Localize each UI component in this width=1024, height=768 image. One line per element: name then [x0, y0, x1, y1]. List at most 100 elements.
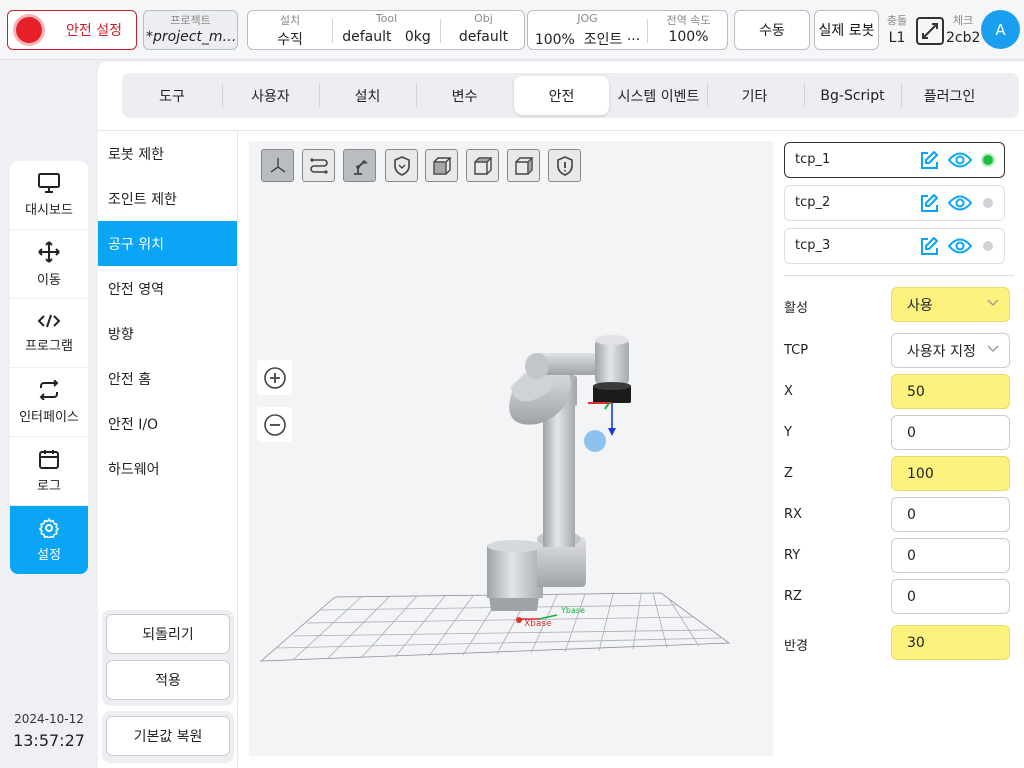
project-name: *project_mo··· — [146, 29, 237, 45]
y-label: Y — [784, 425, 792, 440]
tab-system-events[interactable]: 시스템 이벤트 — [611, 76, 706, 115]
subnav-orientation[interactable]: 방향 — [98, 311, 237, 356]
edit-icon[interactable] — [919, 193, 939, 213]
global-speed-cell: 전역 속도 100% — [648, 11, 729, 49]
calendar-icon — [39, 449, 59, 469]
eye-icon[interactable] — [948, 151, 972, 169]
user-avatar[interactable]: A — [981, 10, 1020, 49]
subnav-robot-limits[interactable]: 로봇 제한 — [98, 131, 237, 176]
swap-arrows-icon — [39, 379, 59, 400]
enable-value: 사용 — [907, 297, 933, 314]
install-tool-obj-panel[interactable]: 설치 수직 Tool default 0kg Obj default — [247, 10, 525, 50]
enable-select[interactable]: 사용 — [891, 287, 1010, 322]
subnav-safety-zone[interactable]: 안전 영역 — [98, 266, 237, 311]
tcp-name: tcp_2 — [795, 195, 831, 210]
revert-apply-group: 되돌리기 적용 — [102, 610, 234, 706]
y-field[interactable]: 0 — [891, 415, 1010, 450]
x-label: X — [784, 384, 793, 399]
jog-cell: JOG 100% 조인트 ··· — [528, 11, 647, 49]
collision-level: 충돌 L1 — [882, 12, 912, 46]
manual-mode-button[interactable]: 수동 — [734, 10, 810, 50]
eye-icon[interactable] — [948, 237, 972, 255]
eye-icon[interactable] — [948, 194, 972, 212]
radius-field[interactable]: 30 — [891, 625, 1010, 660]
project-indicator[interactable]: 프로젝트 *project_mo··· — [143, 10, 238, 50]
safety-settings-button[interactable]: 안전 설정 — [7, 10, 137, 50]
tcp-list-item[interactable]: tcp_2 — [784, 185, 1005, 221]
tcp-list-item[interactable]: tcp_1 — [784, 142, 1005, 178]
check-value: 2cb2 — [946, 30, 981, 46]
expand-icon[interactable] — [915, 16, 945, 46]
nav-item-log[interactable]: 로그 — [10, 437, 88, 506]
nav-label: 대시보드 — [25, 202, 73, 218]
global-speed-caption: 전역 속도 — [666, 14, 711, 27]
tab-tool[interactable]: 도구 — [126, 76, 218, 115]
enable-label: 활성 — [784, 301, 808, 316]
tab-misc[interactable]: 기타 — [708, 76, 801, 115]
nav-item-move[interactable]: 이동 — [10, 230, 88, 299]
chevron-down-icon — [987, 299, 999, 306]
nav-item-interface[interactable]: 인터페이스 — [10, 368, 88, 437]
tcp-value: 사용자 지정 — [907, 343, 976, 360]
nav-label: 인터페이스 — [19, 409, 79, 425]
tab-safety[interactable]: 안전 — [514, 76, 609, 115]
apply-button[interactable]: 적용 — [106, 660, 230, 700]
rx-field[interactable]: 0 — [891, 497, 1010, 532]
tcp-list-item[interactable]: tcp_3 — [784, 228, 1005, 264]
edit-icon[interactable] — [919, 236, 939, 256]
nav-item-settings[interactable]: 설정 — [10, 506, 88, 574]
tcp-select[interactable]: 사용자 지정 — [891, 333, 1010, 368]
date-display: 2024-10-12 — [14, 712, 84, 726]
safety-status-icon — [16, 17, 42, 43]
nav-item-program[interactable]: 프로그램 — [10, 299, 88, 368]
subnav-tool-position[interactable]: 공구 위치 — [98, 221, 237, 266]
jog-speed-panel[interactable]: JOG 100% 조인트 ··· 전역 속도 100% — [527, 10, 728, 50]
tab-install[interactable]: 설치 — [320, 76, 415, 115]
obj-value: default — [458, 29, 509, 45]
safety-subnav: 로봇 제한 조인트 제한 공구 위치 안전 영역 방향 안전 홈 안전 I/O … — [98, 131, 238, 768]
real-robot-button[interactable]: 실제 로봇 — [814, 10, 879, 50]
install-caption: 설치 — [279, 14, 301, 27]
tool-cell: Tool default 0kg — [333, 11, 440, 49]
collision-value: L1 — [888, 30, 906, 46]
time-display: 13:57:27 — [13, 731, 85, 750]
main-panel: 도구 사용자 설치 변수 안전 시스템 이벤트 기타 Bg-Script 플러그… — [98, 62, 1024, 768]
radius-label: 반경 — [784, 639, 808, 654]
tool-caption: Tool — [375, 12, 398, 25]
robot-3d-viewport[interactable]: Xbase Ybase — [249, 141, 773, 756]
y-axis-label: Ybase — [560, 606, 585, 615]
subnav-safety-io[interactable]: 안전 I/O — [98, 401, 237, 446]
tcp-active-indicator — [983, 241, 993, 251]
top-bar: 안전 설정 프로젝트 *project_mo··· 설치 수직 Tool def… — [0, 0, 1024, 60]
jog-caption: JOG — [577, 12, 598, 25]
x-field[interactable]: 50 — [891, 374, 1010, 409]
nav-label: 로그 — [37, 478, 61, 494]
nav-label: 프로그램 — [25, 338, 73, 354]
tcp-active-indicator — [983, 198, 993, 208]
main-nav: 대시보드 이동 프로그램 인터페이스 로그 설정 — [10, 161, 88, 574]
revert-button[interactable]: 되돌리기 — [106, 614, 230, 654]
ry-field[interactable]: 0 — [891, 538, 1010, 573]
tab-bg-script[interactable]: Bg-Script — [805, 76, 900, 115]
divider — [784, 275, 1014, 276]
safety-settings-label: 안전 설정 — [66, 23, 122, 39]
z-field[interactable]: 100 — [891, 456, 1010, 491]
subnav-safety-home[interactable]: 안전 홈 — [98, 356, 237, 401]
edit-icon[interactable] — [919, 150, 939, 170]
collision-caption: 충돌 — [886, 14, 908, 27]
tcp-name: tcp_3 — [795, 238, 831, 253]
robot-scene: Xbase Ybase — [259, 335, 731, 662]
ry-label: RY — [784, 548, 801, 563]
robot-arm — [487, 335, 631, 611]
tab-plugins[interactable]: 플러그인 — [902, 76, 997, 115]
subnav-joint-limits[interactable]: 조인트 제한 — [98, 176, 237, 221]
rz-field[interactable]: 0 — [891, 579, 1010, 614]
tab-variables[interactable]: 변수 — [417, 76, 512, 115]
restore-defaults-button[interactable]: 기본값 복원 — [106, 716, 230, 756]
rz-label: RZ — [784, 589, 802, 604]
nav-item-dashboard[interactable]: 대시보드 — [10, 161, 88, 230]
tab-user[interactable]: 사용자 — [223, 76, 318, 115]
chevron-down-icon — [987, 345, 999, 352]
subnav-hardware[interactable]: 하드웨어 — [98, 446, 237, 491]
tcp-name: tcp_1 — [795, 152, 831, 167]
